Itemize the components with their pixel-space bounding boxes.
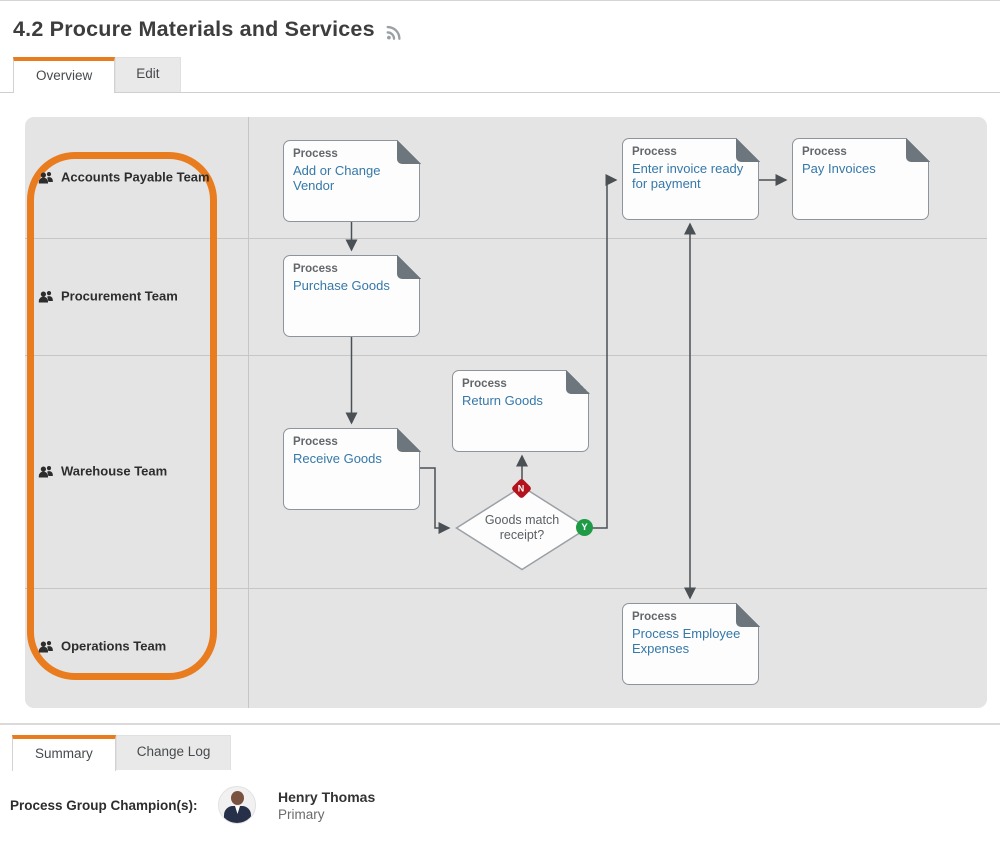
- champion-name[interactable]: Henry Thomas: [278, 789, 375, 805]
- process-node-process-employee-expenses[interactable]: Process Process Employee Expenses: [622, 602, 760, 685]
- node-type-label: Process: [802, 146, 847, 158]
- node-type-label: Process: [293, 148, 338, 160]
- process-node-enter-invoice[interactable]: Process Enter invoice ready for payment: [622, 137, 760, 220]
- lane-label-accounts-payable[interactable]: Accounts Payable Team: [38, 170, 210, 185]
- page-fold-icon: [396, 427, 421, 452]
- node-title-link[interactable]: Enter invoice ready for payment: [632, 161, 749, 192]
- top-tab-bar: Overview Edit: [0, 57, 1000, 93]
- lane-label-text: Warehouse Team: [61, 463, 168, 479]
- team-people-icon: [38, 465, 53, 477]
- lane-divider: [25, 588, 987, 589]
- page-title: 4.2 Procure Materials and Services: [13, 17, 375, 41]
- node-title-link[interactable]: Receive Goods: [293, 451, 410, 466]
- node-title-link[interactable]: Purchase Goods: [293, 278, 410, 293]
- node-type-label: Process: [293, 436, 338, 448]
- tab-change-log[interactable]: Change Log: [115, 735, 232, 770]
- node-title-link[interactable]: Add or Change Vendor: [293, 163, 410, 194]
- section-divider: [0, 723, 1000, 725]
- lane-label-warehouse[interactable]: Warehouse Team: [38, 464, 167, 479]
- lane-divider: [25, 238, 987, 239]
- lane-labels-highlight-annotation: [27, 152, 217, 680]
- node-title-link[interactable]: Process Employee Expenses: [632, 626, 749, 657]
- process-node-add-or-change-vendor[interactable]: Process Add or Change Vendor: [283, 139, 421, 222]
- process-group-champion-row: Process Group Champion(s): Henry Thomas …: [0, 786, 1000, 824]
- node-title-link[interactable]: Return Goods: [462, 393, 579, 408]
- team-people-icon: [38, 290, 53, 302]
- process-node-purchase-goods[interactable]: Process Purchase Goods: [283, 254, 421, 337]
- champion-avatar: [218, 786, 256, 824]
- champion-role: Primary: [278, 806, 325, 822]
- process-node-receive-goods[interactable]: Process Receive Goods: [283, 427, 421, 510]
- node-type-label: Process: [462, 378, 507, 390]
- process-node-return-goods[interactable]: Process Return Goods: [452, 369, 590, 452]
- team-people-icon: [38, 171, 53, 183]
- lane-label-text: Accounts Payable Team: [61, 169, 210, 185]
- node-type-label: Process: [632, 611, 677, 623]
- page-fold-icon: [565, 369, 590, 394]
- page-fold-icon: [735, 602, 760, 627]
- decision-yes-badge: Y: [576, 519, 593, 536]
- page-header: 4.2 Procure Materials and Services: [0, 1, 1000, 42]
- node-type-label: Process: [293, 263, 338, 275]
- lane-label-text: Operations Team: [61, 638, 167, 654]
- bottom-tab-bar: Summary Change Log: [0, 735, 1000, 771]
- lane-label-procurement[interactable]: Procurement Team: [38, 289, 178, 304]
- page-fold-icon: [396, 254, 421, 279]
- process-node-pay-invoices[interactable]: Process Pay Invoices: [792, 137, 930, 220]
- lane-label-column-divider: [248, 117, 249, 708]
- tab-overview[interactable]: Overview: [13, 57, 116, 93]
- tab-summary[interactable]: Summary: [12, 735, 116, 771]
- lane-label-operations[interactable]: Operations Team: [38, 639, 166, 654]
- lane-label-text: Procurement Team: [61, 288, 178, 304]
- page-fold-icon: [396, 139, 421, 164]
- rss-feed-icon[interactable]: [385, 23, 403, 41]
- page-fold-icon: [905, 137, 930, 162]
- node-type-label: Process: [632, 146, 677, 158]
- lane-divider: [25, 355, 987, 356]
- process-swimlane-diagram: Accounts Payable Team Procurement Team W…: [25, 117, 987, 708]
- team-people-icon: [38, 640, 53, 652]
- champion-field-label: Process Group Champion(s):: [10, 797, 198, 813]
- page-fold-icon: [735, 137, 760, 162]
- tab-edit[interactable]: Edit: [115, 57, 181, 92]
- node-title-link[interactable]: Pay Invoices: [802, 161, 919, 176]
